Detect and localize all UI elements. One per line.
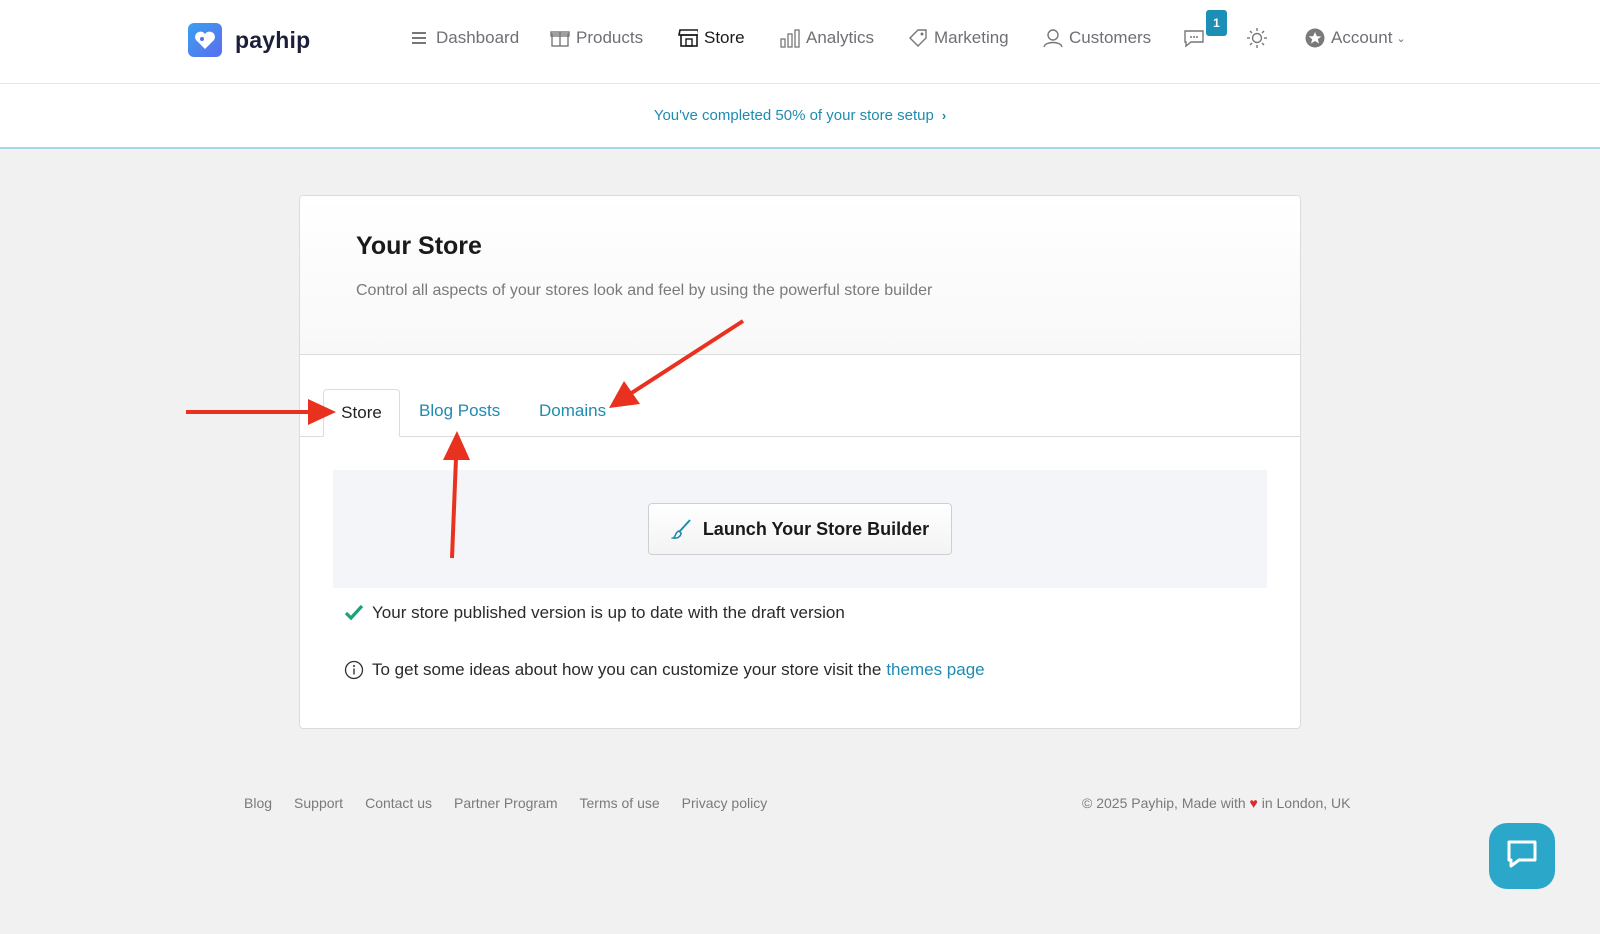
chat-bubble-icon xyxy=(1182,28,1208,48)
store-card: Your Store Control all aspects of your s… xyxy=(299,195,1301,729)
help-chat-button[interactable] xyxy=(1489,823,1555,889)
top-navbar: payhip Dashboard Products Store Analytic… xyxy=(0,0,1600,84)
info-icon xyxy=(344,660,364,680)
tag-icon xyxy=(908,28,928,48)
nav-dashboard-label: Dashboard xyxy=(436,28,520,47)
footer-link-blog[interactable]: Blog xyxy=(244,795,272,811)
nav-marketing[interactable]: Marketing xyxy=(908,28,1009,48)
nav-products-label: Products xyxy=(576,28,644,47)
footer-link-privacy[interactable]: Privacy policy xyxy=(682,795,768,811)
checkmark-icon xyxy=(344,604,364,622)
heart-icon: ♥ xyxy=(1249,795,1258,811)
storefront-icon xyxy=(678,28,698,48)
page-title: Your Store xyxy=(356,232,482,260)
tab-store[interactable]: Store xyxy=(323,389,400,437)
copyright-suffix: in London, UK xyxy=(1261,795,1351,811)
themes-page-link[interactable]: themes page xyxy=(886,660,984,680)
tab-domains[interactable]: Domains xyxy=(539,401,606,421)
setup-progress-text: You've completed 50% of your store setup xyxy=(653,107,934,124)
nav-store[interactable]: Store xyxy=(678,28,745,48)
brush-icon xyxy=(670,518,693,540)
user-icon xyxy=(1043,28,1063,48)
themes-info: To get some ideas about how you can cust… xyxy=(344,660,985,680)
store-tabs: Store Blog Posts Domains xyxy=(300,355,1300,437)
publish-status: Your store published version is up to da… xyxy=(344,603,845,623)
sun-icon xyxy=(1246,28,1268,48)
footer-links: Blog Support Contact us Partner Program … xyxy=(244,795,789,811)
chevron-right-icon: › xyxy=(941,108,947,123)
footer-link-contact[interactable]: Contact us xyxy=(365,795,432,811)
copyright: © 2025 Payhip, Made with ♥ in London, UK xyxy=(1082,795,1350,811)
page-subtitle: Control all aspects of your stores look … xyxy=(356,282,933,299)
launch-store-builder-label: Launch Your Store Builder xyxy=(702,518,930,539)
launch-store-builder-button[interactable]: Launch Your Store Builder xyxy=(648,503,952,555)
account-star-icon xyxy=(1305,28,1325,48)
nav-store-label: Store xyxy=(704,28,745,47)
nav-analytics[interactable]: Analytics xyxy=(780,28,874,48)
menu-icon xyxy=(410,28,430,48)
copyright-prefix: © 2025 Payhip, Made with xyxy=(1082,795,1246,811)
chat-bubble-icon xyxy=(1505,838,1539,875)
nav-analytics-label: Analytics xyxy=(806,28,875,47)
logo-icon xyxy=(188,23,222,57)
theme-toggle-button[interactable] xyxy=(1246,28,1274,48)
nav-customers[interactable]: Customers xyxy=(1043,28,1151,48)
footer-link-terms[interactable]: Terms of use xyxy=(580,795,660,811)
nav-marketing-label: Marketing xyxy=(934,28,1009,47)
nav-customers-label: Customers xyxy=(1069,28,1152,47)
gift-icon xyxy=(550,28,570,48)
payhip-logo[interactable]: payhip xyxy=(188,23,310,57)
nav-dashboard[interactable]: Dashboard xyxy=(410,28,519,48)
nav-products[interactable]: Products xyxy=(550,28,643,48)
store-builder-panel: Launch Your Store Builder xyxy=(333,470,1267,588)
account-menu[interactable]: Account ⌄ xyxy=(1305,28,1406,48)
account-label: Account xyxy=(1331,28,1393,47)
store-card-header: Your Store Control all aspects of your s… xyxy=(300,196,1300,355)
notification-badge: 1 xyxy=(1206,10,1227,36)
logo-text: payhip xyxy=(235,26,311,53)
footer-link-support[interactable]: Support xyxy=(294,795,343,811)
footer-link-partner[interactable]: Partner Program xyxy=(454,795,557,811)
publish-status-text: Your store published version is up to da… xyxy=(372,603,845,622)
themes-info-text: To get some ideas about how you can cust… xyxy=(372,660,882,679)
setup-progress-banner: You've completed 50% of your store setup… xyxy=(0,84,1600,149)
bar-chart-icon xyxy=(780,28,800,48)
chevron-down-icon: ⌄ xyxy=(1396,32,1406,45)
tab-blog-posts[interactable]: Blog Posts xyxy=(419,401,500,421)
setup-progress-link[interactable]: You've completed 50% of your store setup… xyxy=(654,107,946,124)
